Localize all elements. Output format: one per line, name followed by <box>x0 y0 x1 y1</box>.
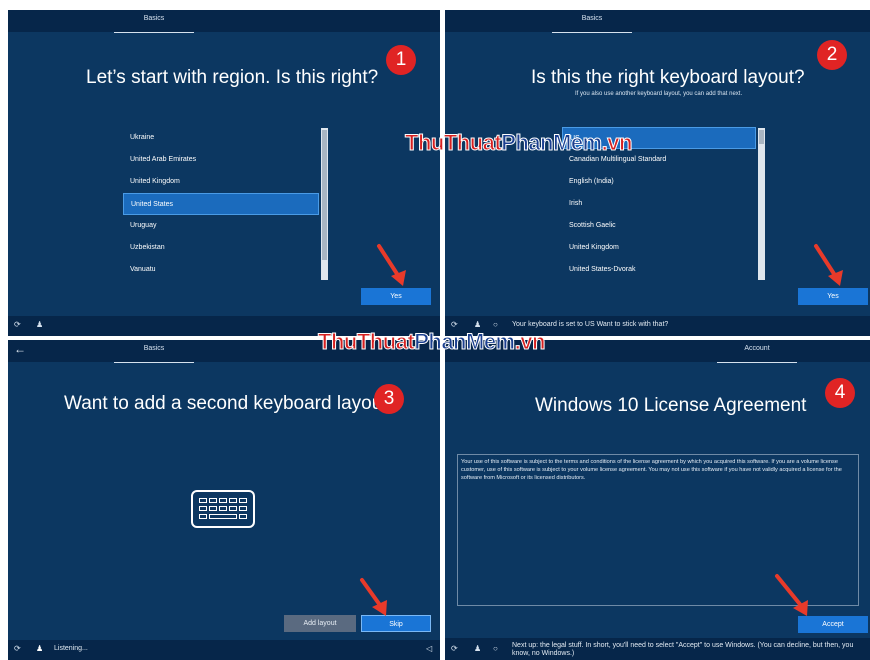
keyboard-layout-screen: Basics Is this the right keyboard layout… <box>445 10 870 336</box>
top-bar: Basics <box>445 10 870 33</box>
tab-basics: Basics <box>114 15 194 33</box>
step-badge: 1 <box>386 45 416 75</box>
status-text: Next up: the legal stuff. In short, you'… <box>512 642 854 657</box>
scrollbar[interactable] <box>758 128 765 280</box>
cortana-circle-icon[interactable]: ○ <box>493 644 498 653</box>
step-badge: 2 <box>817 40 847 70</box>
scrollbar-thumb[interactable] <box>759 130 764 144</box>
add-layout-button[interactable]: Add layout <box>284 615 356 632</box>
watermark: ThuThuatPhanMem.vn <box>317 329 545 355</box>
status-text: Listening... <box>54 645 88 652</box>
page-title: Let’s start with region. Is this right? <box>86 67 379 88</box>
pointer-arrow <box>775 574 808 616</box>
cortana-circle-icon[interactable]: ○ <box>493 320 498 329</box>
tab-account: Account <box>717 345 797 363</box>
list-item[interactable]: Uruguay <box>123 215 319 237</box>
list-item[interactable]: English (India) <box>562 171 756 193</box>
license-text: Your use of this software is subject to … <box>461 459 842 481</box>
second-keyboard-screen: ← Basics Want to add a second keyboard l… <box>8 340 440 660</box>
page-title: Windows 10 License Agreement <box>535 395 807 416</box>
list-item[interactable]: Ukraine <box>123 127 319 149</box>
list-item[interactable]: Irish <box>562 193 756 215</box>
list-item[interactable]: Uzbekistan <box>123 237 319 259</box>
scrollbar-thumb[interactable] <box>322 130 327 260</box>
microphone-icon[interactable]: ♟ <box>474 320 481 329</box>
back-arrow-icon[interactable]: ← <box>14 342 26 356</box>
status-text: Your keyboard is set to US Want to stick… <box>512 321 669 328</box>
step-badge: 4 <box>825 378 855 408</box>
accept-button[interactable]: Accept <box>798 616 868 633</box>
bottom-bar: ⟳ ♟ Listening... ◁ <box>8 640 440 660</box>
microphone-icon[interactable]: ♟ <box>474 644 481 653</box>
list-item[interactable]: United Arab Emirates <box>123 149 319 171</box>
bottom-bar: ⟳ ♟ ○ Next up: the legal stuff. In short… <box>445 638 870 660</box>
list-item[interactable]: United Kingdom <box>562 237 756 259</box>
top-bar: Basics <box>8 10 440 33</box>
ease-of-access-icon[interactable]: ⟳ <box>451 644 458 653</box>
list-item[interactable]: Scottish Gaelic <box>562 215 756 237</box>
ease-of-access-icon[interactable]: ⟳ <box>451 320 458 329</box>
tab-basics: Basics <box>552 15 632 33</box>
page-title: Want to add a second keyboard layou <box>64 393 383 414</box>
ease-of-access-icon[interactable]: ⟳ <box>14 320 21 329</box>
pointer-arrow <box>360 578 387 616</box>
page-title: Is this the right keyboard layout? <box>531 67 805 88</box>
pointer-arrow <box>377 244 406 286</box>
list-item[interactable]: United Kingdom <box>123 171 319 193</box>
watermark: ThuThuatPhanMem.vn <box>404 130 632 156</box>
yes-button[interactable]: Yes <box>798 288 868 305</box>
scrollbar[interactable] <box>321 128 328 280</box>
ease-of-access-icon[interactable]: ⟳ <box>14 644 21 653</box>
list-item[interactable]: Vanuatu <box>123 259 319 281</box>
microphone-icon[interactable]: ♟ <box>36 320 43 329</box>
step-badge: 3 <box>374 384 404 414</box>
list-item[interactable]: United States-Dvorak <box>562 259 756 281</box>
license-screen: Account Windows 10 License Agreement 4 Y… <box>445 340 870 660</box>
region-screen: Basics Let’s start with region. Is this … <box>8 10 440 336</box>
pointer-arrow <box>814 244 843 286</box>
microphone-icon[interactable]: ♟ <box>36 644 43 653</box>
region-list[interactable]: Ukraine United Arab Emirates United King… <box>123 127 328 287</box>
volume-icon[interactable]: ◁ <box>426 644 432 653</box>
tab-basics: Basics <box>114 345 194 363</box>
keyboard-icon <box>191 490 255 528</box>
list-item-selected[interactable]: United States <box>123 193 319 215</box>
yes-button[interactable]: Yes <box>361 288 431 305</box>
page-subtitle: If you also use another keyboard layout,… <box>575 91 743 97</box>
